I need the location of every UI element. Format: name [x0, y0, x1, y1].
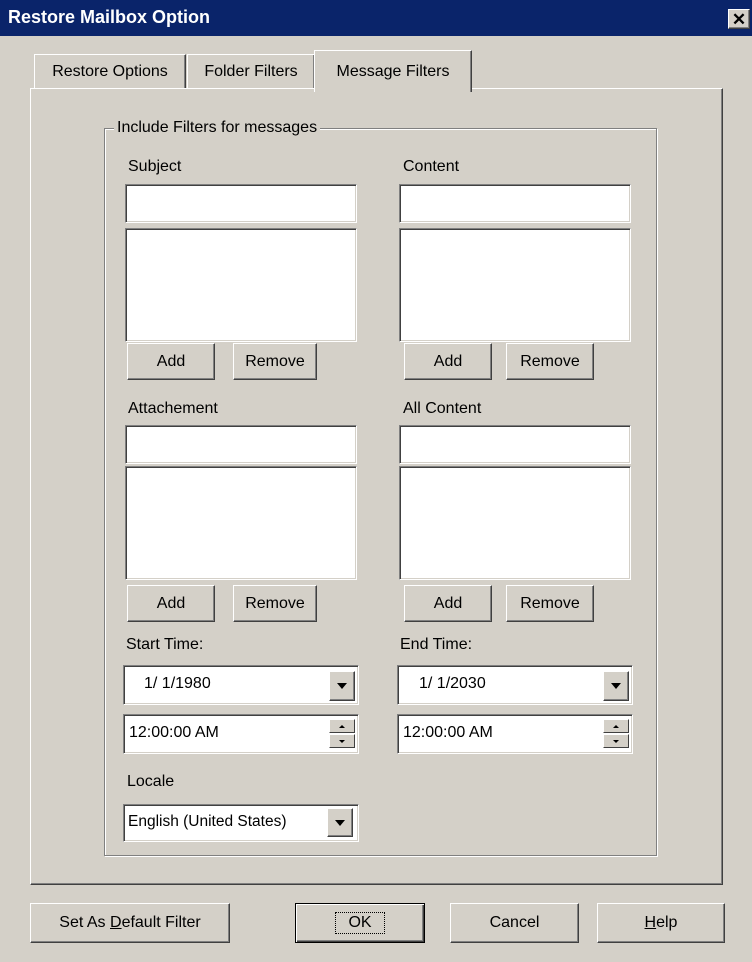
button-label: Set As	[59, 914, 110, 931]
arrow-up-icon	[339, 724, 345, 728]
arrow-down-icon	[339, 739, 345, 743]
all-content-list[interactable]	[399, 466, 631, 580]
ok-button[interactable]: OK	[295, 903, 425, 943]
close-button[interactable]: ✕	[728, 9, 750, 29]
arrow-up-icon	[613, 724, 619, 728]
content-label: Content	[403, 158, 460, 175]
window-title: Restore Mailbox Option	[8, 7, 211, 27]
content-input[interactable]	[399, 184, 631, 223]
content-add-button[interactable]: Add	[404, 343, 492, 380]
end-date-value: 1/ 1/2030	[419, 675, 486, 692]
locale-label: Locale	[127, 773, 175, 790]
tab-folder-filters[interactable]: Folder Filters	[187, 54, 315, 90]
subject-remove-button[interactable]: Remove	[233, 343, 317, 380]
subject-label: Subject	[128, 158, 182, 175]
chevron-down-icon	[337, 683, 347, 689]
subject-input[interactable]	[125, 184, 357, 223]
close-icon: ✕	[731, 9, 747, 29]
tab-label: Folder Filters	[204, 63, 298, 80]
tab-message-filters[interactable]: Message Filters	[314, 50, 472, 92]
attachment-input[interactable]	[125, 425, 357, 464]
mnemonic-key: D	[110, 914, 122, 931]
set-default-filter-button[interactable]: Set As Default Filter	[30, 903, 230, 943]
start-time-label: Start Time:	[126, 636, 204, 653]
end-time-value: 12:00:00 AM	[403, 724, 493, 741]
subject-list[interactable]	[125, 228, 357, 342]
button-label: elp	[656, 914, 678, 931]
arrow-down-icon	[613, 739, 619, 743]
start-date-dropdown-button[interactable]	[329, 671, 355, 701]
end-time-label: End Time:	[400, 636, 473, 653]
cancel-button[interactable]: Cancel	[450, 903, 579, 943]
all-content-input[interactable]	[399, 425, 631, 464]
attachment-remove-button[interactable]: Remove	[233, 585, 317, 622]
locale-value: English (United States)	[128, 813, 287, 830]
attachment-add-button[interactable]: Add	[127, 585, 215, 622]
content-remove-button[interactable]: Remove	[506, 343, 594, 380]
button-label: efault Filter	[121, 914, 201, 931]
subject-add-button[interactable]: Add	[127, 343, 215, 380]
attachment-list[interactable]	[125, 466, 357, 580]
tab-label: Message Filters	[336, 62, 450, 80]
start-time-value: 12:00:00 AM	[129, 724, 219, 741]
tab-label: Restore Options	[52, 63, 168, 80]
chevron-down-icon	[611, 683, 621, 689]
start-time-spin-up[interactable]	[329, 719, 355, 733]
all-content-add-button[interactable]: Add	[404, 585, 492, 622]
end-date-dropdown-button[interactable]	[603, 671, 629, 701]
help-button[interactable]: Help	[597, 903, 725, 943]
chevron-down-icon	[335, 819, 345, 826]
tab-restore-options[interactable]: Restore Options	[34, 54, 186, 90]
all-content-label: All Content	[403, 400, 482, 417]
button-label: OK	[335, 912, 385, 934]
start-time-spin-down[interactable]	[329, 734, 355, 748]
mnemonic-key: H	[644, 914, 657, 931]
end-time-spin-up[interactable]	[603, 719, 629, 733]
attachment-label: Attachement	[128, 400, 218, 417]
locale-dropdown-button[interactable]	[327, 808, 353, 837]
end-time-spin-down[interactable]	[603, 734, 629, 748]
all-content-remove-button[interactable]: Remove	[506, 585, 594, 622]
start-date-value: 1/ 1/1980	[144, 675, 211, 692]
content-list[interactable]	[399, 228, 631, 342]
group-label: Include Filters for messages	[114, 119, 321, 137]
